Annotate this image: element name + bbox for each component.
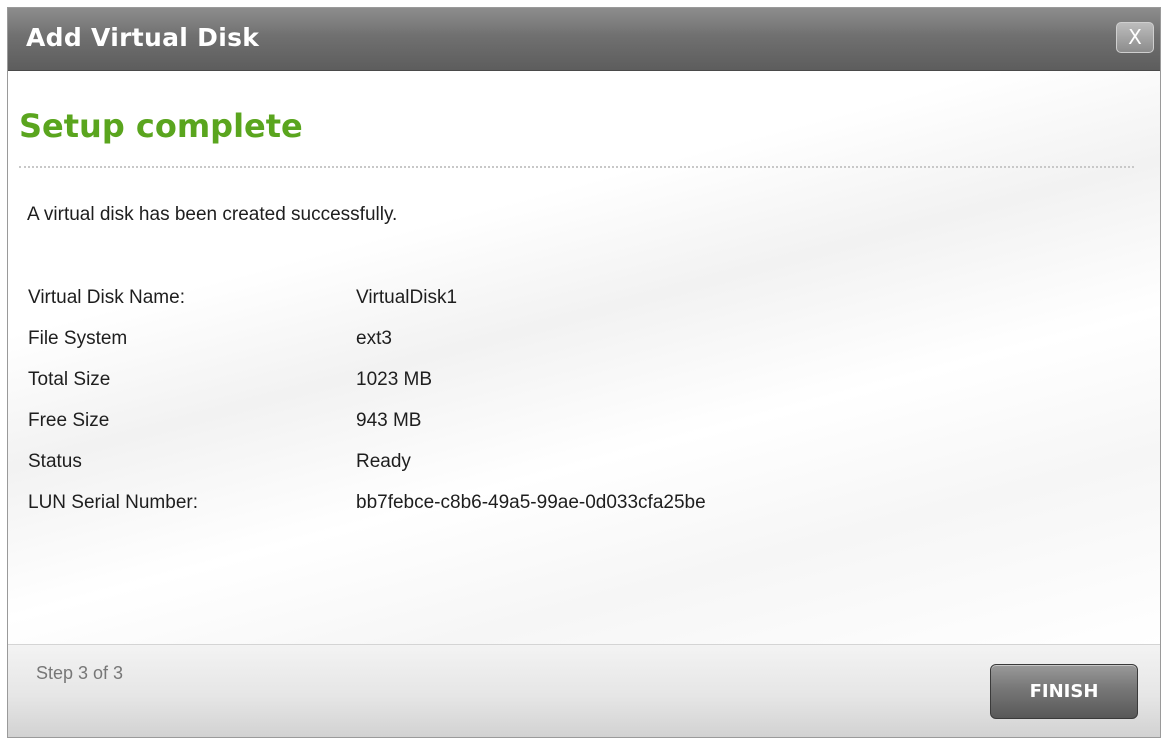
lun-serial-value: bb7febce-c8b6-49a5-99ae-0d033cfa25be <box>356 491 706 513</box>
info-value: VirtualDisk1 <box>356 286 458 308</box>
close-button[interactable]: X <box>1116 22 1154 53</box>
info-label: Virtual Disk Name: <box>28 286 185 308</box>
info-label: Total Size <box>28 368 111 390</box>
info-value: 1023 MB <box>356 368 433 390</box>
info-label: LUN Serial Number: <box>28 491 198 513</box>
info-row-total-size: Total Size 1023 MB <box>28 359 706 400</box>
info-row-lun-serial-number: LUN Serial Number: bb7febce-c8b6-49a5-99… <box>28 482 706 523</box>
info-row-status: Status Ready <box>28 441 706 482</box>
success-message: A virtual disk has been created successf… <box>27 204 398 225</box>
info-row-file-system: File System ext3 <box>28 318 706 359</box>
info-row-virtual-disk-name: Virtual Disk Name: VirtualDisk1 <box>28 277 706 318</box>
dialog-title: Add Virtual Disk <box>26 23 260 52</box>
info-value: 943 MB <box>356 409 422 431</box>
dotted-divider <box>19 166 1134 168</box>
disk-info-table: Virtual Disk Name: VirtualDisk1 File Sys… <box>28 277 706 523</box>
info-label: File System <box>28 327 128 349</box>
info-label: Status <box>28 450 82 472</box>
finish-button[interactable]: FINISH <box>990 664 1138 719</box>
info-label: Free Size <box>28 409 110 431</box>
step-indicator: Step 3 of 3 <box>36 663 124 683</box>
dialog-content: Setup complete A virtual disk has been c… <box>8 71 1160 646</box>
dialog-titlebar: Add Virtual Disk X <box>8 8 1160 71</box>
status-value: Ready <box>356 450 411 472</box>
close-icon: X <box>1128 25 1142 49</box>
section-title: Setup complete <box>19 107 303 145</box>
info-row-free-size: Free Size 943 MB <box>28 400 706 441</box>
add-virtual-disk-dialog: Add Virtual Disk X Setup complete A virt… <box>7 7 1161 738</box>
dialog-footer: Step 3 of 3 FINISH <box>8 644 1160 737</box>
info-value: ext3 <box>356 327 392 349</box>
